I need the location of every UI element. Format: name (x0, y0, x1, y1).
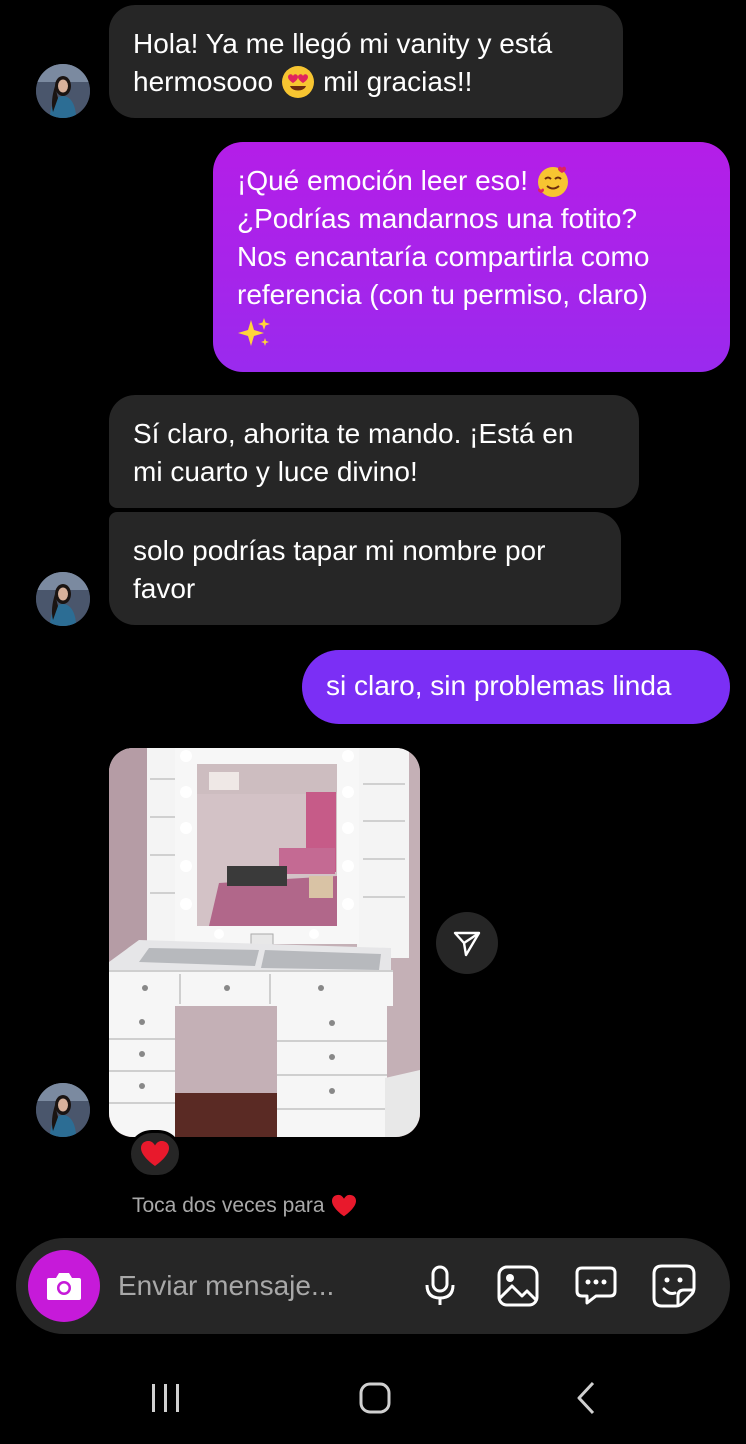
message-line: ¡Qué emoción leer eso! (237, 162, 706, 200)
heart-eyes-emoji-icon (282, 66, 315, 98)
message-line: hermosooo mil gracias!! (133, 63, 599, 101)
vanity-photo-image (109, 748, 420, 1137)
recents-nav-button[interactable] (136, 1372, 196, 1424)
home-nav-button[interactable] (345, 1372, 405, 1424)
send-arrow-icon (453, 931, 481, 957)
message-line: Sí claro, ahorita te mando. ¡Está en (133, 418, 574, 449)
chat-bubble-icon (575, 1266, 617, 1305)
photo-message[interactable] (109, 748, 420, 1137)
message-line: Nos encantaría compartirla como (237, 241, 650, 272)
camera-icon (47, 1273, 81, 1300)
home-icon (359, 1382, 391, 1414)
message-line (237, 314, 706, 352)
back-nav-button[interactable] (556, 1372, 616, 1424)
avatar[interactable] (36, 1083, 90, 1137)
message-line: Hola! Ya me llegó mi vanity y está (133, 28, 553, 59)
microphone-button[interactable] (418, 1264, 462, 1308)
microphone-icon (425, 1265, 455, 1305)
message-line: referencia (con tu permiso, claro) (237, 279, 648, 310)
message-line: mi cuarto y luce divino! (133, 456, 418, 487)
message-text: mil gracias!! (323, 66, 473, 97)
chat-button[interactable] (574, 1264, 618, 1308)
sparkles-emoji-icon (238, 318, 270, 346)
message-composer (16, 1238, 730, 1334)
incoming-message[interactable]: solo podrías tapar mi nombre por favor (109, 512, 621, 625)
heart-icon (141, 1141, 169, 1166)
profile-avatar-icon (36, 1083, 90, 1137)
message-line: solo podrías tapar mi nombre por (133, 535, 546, 566)
message-text: hermosooo (133, 66, 274, 97)
image-icon (497, 1265, 539, 1307)
profile-avatar-icon (36, 572, 90, 626)
message-line: favor (133, 573, 196, 604)
incoming-message[interactable]: Hola! Ya me llegó mi vanity y está hermo… (109, 5, 623, 118)
hint-text: Toca dos veces para (132, 1194, 325, 1217)
sticker-icon (652, 1264, 696, 1308)
gallery-button[interactable] (496, 1264, 540, 1308)
avatar[interactable] (36, 64, 90, 118)
camera-button[interactable] (28, 1250, 100, 1322)
message-text: si claro, sin problemas linda (326, 670, 672, 701)
heart-icon (331, 1194, 356, 1217)
back-icon (577, 1381, 595, 1415)
recents-icon (152, 1384, 179, 1412)
message-line: ¿Podrías mandarnos una fotito? (237, 203, 638, 234)
profile-avatar-icon (36, 64, 90, 118)
heart-reaction[interactable] (128, 1130, 182, 1178)
outgoing-message[interactable]: ¡Qué emoción leer eso! ¿Podrías mandarno… (213, 142, 730, 372)
avatar[interactable] (36, 572, 90, 626)
message-input[interactable] (118, 1266, 388, 1306)
incoming-message[interactable]: Sí claro, ahorita te mando. ¡Está en mi … (109, 395, 639, 508)
message-text: ¡Qué emoción leer eso! (237, 165, 529, 196)
share-button[interactable] (436, 912, 498, 974)
outgoing-message[interactable]: si claro, sin problemas linda (302, 650, 730, 724)
double-tap-hint: Toca dos veces para (132, 1192, 357, 1220)
smiling-hearts-emoji-icon (538, 166, 569, 197)
sticker-button[interactable] (652, 1264, 696, 1308)
